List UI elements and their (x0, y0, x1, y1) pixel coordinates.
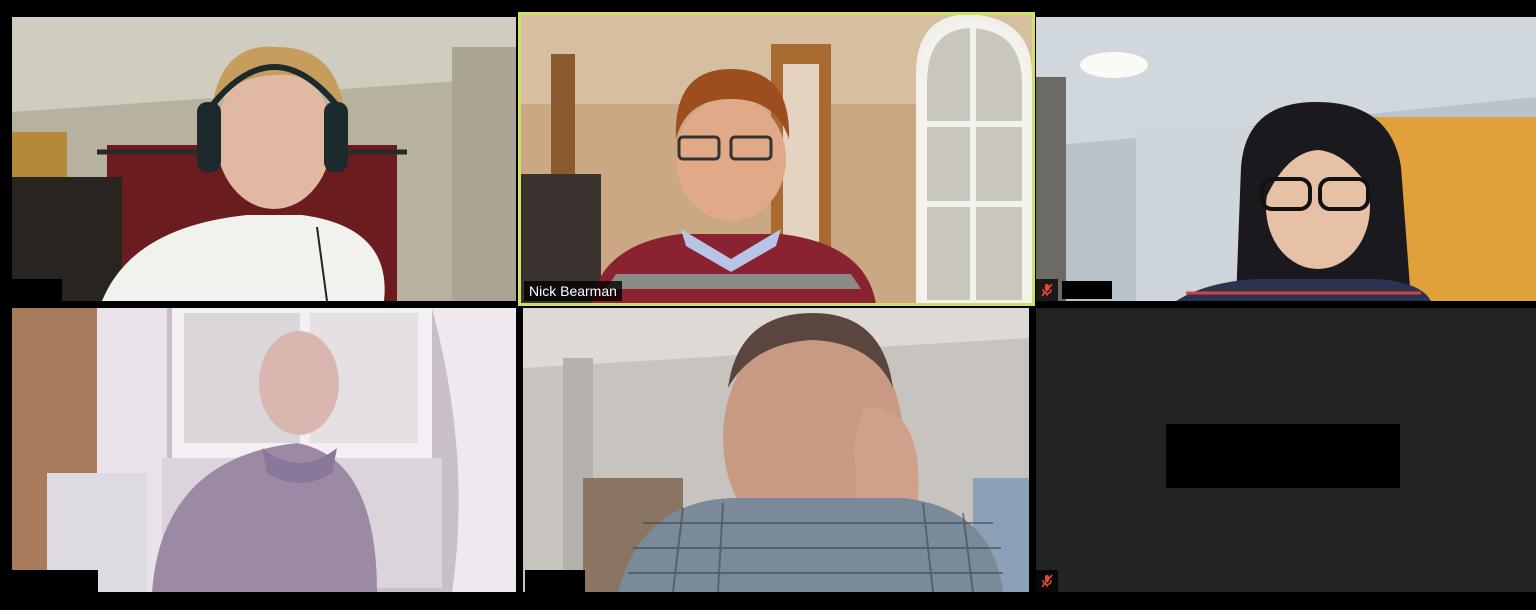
video-tile-2[interactable]: Nick Bearman (521, 14, 1032, 304)
participant-name-placeholder-redacted (1166, 424, 1400, 488)
participant-video-feed (12, 308, 516, 592)
video-tile-4[interactable] (12, 308, 516, 592)
video-tile-5[interactable] (523, 308, 1029, 592)
muted-mic-icon (1036, 570, 1058, 592)
participant-name-label-redacted (12, 279, 62, 301)
participant-video-feed (12, 17, 516, 301)
participant-video-feed (523, 308, 1029, 592)
participant-video-feed (521, 14, 1032, 304)
participant-name-label-redacted (1062, 281, 1112, 299)
participant-name-label: Nick Bearman (524, 281, 622, 301)
video-tile-3[interactable] (1036, 17, 1536, 301)
video-tile-6[interactable] (1036, 308, 1536, 592)
muted-mic-icon (1036, 279, 1058, 301)
participant-name-label-redacted (525, 570, 585, 592)
participant-video-feed (1036, 17, 1536, 301)
video-tile-1[interactable] (12, 17, 516, 301)
participant-name-label-redacted (12, 570, 98, 592)
